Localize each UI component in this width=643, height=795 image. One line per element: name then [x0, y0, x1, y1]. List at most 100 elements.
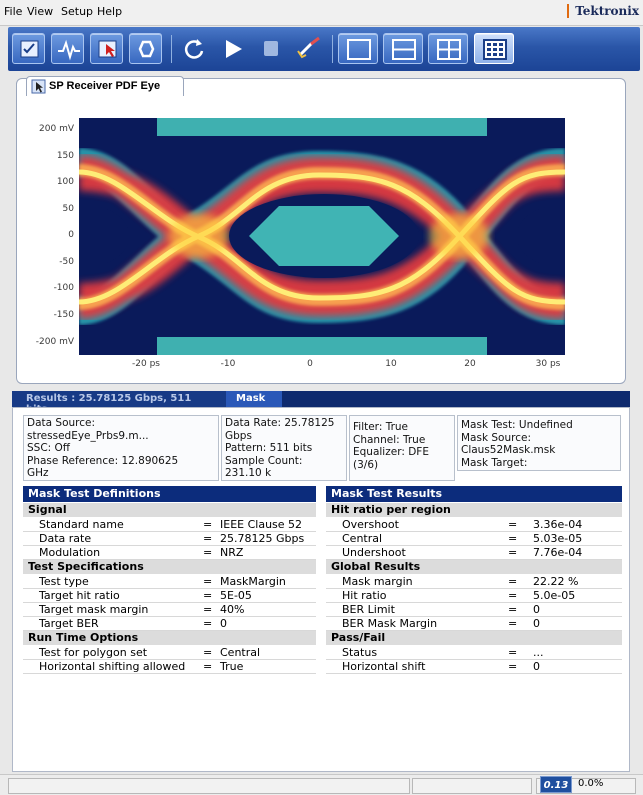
runtime-section: Run Time Options: [23, 631, 316, 645]
table-row: Target hit ratio = 5E-05: [23, 589, 316, 603]
row-label: Modulation: [39, 546, 101, 559]
x-tick-label: -20 ps: [132, 359, 160, 369]
refresh-icon: [184, 39, 204, 59]
info-line: GHz: [27, 467, 49, 479]
row-label: BER Limit: [342, 603, 395, 616]
toolbar: [8, 27, 640, 71]
stop-button[interactable]: [254, 33, 287, 64]
run-button[interactable]: [216, 33, 249, 64]
row-eq: =: [203, 518, 213, 531]
row-label: Target mask margin: [39, 603, 149, 616]
table-row: Status =...: [326, 646, 622, 660]
info-filter-box: Filter: True Channel: True Equalizer: DF…: [349, 415, 455, 481]
row-value: 40%: [220, 603, 245, 616]
pass-fail-section: Pass/Fail: [326, 631, 622, 645]
menu-help[interactable]: Help: [97, 5, 122, 18]
y-tick-label: 100: [56, 177, 74, 187]
menu-view[interactable]: View: [27, 5, 53, 18]
y-tick-label: -50: [59, 257, 74, 267]
menu-bar: File View Setup Help Tektronix: [0, 0, 643, 26]
info-source-box: Data Source: stressedEye_Prbs9.m... SSC:…: [23, 415, 219, 481]
row-eq: =: [508, 575, 518, 588]
tektronix-logo: Tektronix: [567, 4, 639, 18]
analyze-button[interactable]: [90, 33, 123, 64]
x-tick-label: 10: [385, 359, 397, 369]
setup-checklist-button[interactable]: [12, 33, 45, 64]
eye-diagram-plot[interactable]: [79, 118, 565, 355]
row-value: 0: [220, 617, 227, 630]
row-eq: =: [508, 603, 518, 616]
row-label: Horizontal shifting allowed: [39, 660, 186, 673]
row-value: 22.22 %: [533, 575, 579, 588]
table-row: Hit ratio = 5.0e-05: [326, 589, 622, 603]
row-label: BER Mask Margin: [342, 617, 438, 630]
row-label: Status: [342, 646, 378, 659]
waveform-button[interactable]: [51, 33, 84, 64]
row-value: 0: [533, 603, 540, 616]
eye-panel-tab[interactable]: SP Receiver PDF Eye: [26, 76, 184, 96]
table-row: BER Limit = 0: [326, 603, 622, 617]
table-row: Horizontal shifting allowed = True: [23, 660, 316, 674]
mask-overshoot-region: [157, 118, 487, 136]
table-row: Horizontal shift = 0: [326, 660, 622, 674]
stop-icon: [264, 41, 278, 56]
clear-button[interactable]: [292, 33, 328, 64]
info-line: Mask Target:: [461, 456, 528, 469]
table-row: Standard name = IEEE Clause 52: [23, 518, 316, 532]
row-label: Central: [342, 532, 383, 545]
info-line: Channel: True: [353, 433, 426, 446]
layout-split-button[interactable]: [383, 33, 423, 64]
y-tick-label: 50: [62, 204, 74, 214]
mask-button[interactable]: [129, 33, 162, 64]
checklist-icon: [20, 40, 39, 58]
y-tick-label: 0: [68, 230, 74, 240]
table-row: Overshoot = 3.36e-04: [326, 518, 622, 532]
row-eq: =: [508, 546, 518, 559]
status-percent: 0.0%: [578, 778, 604, 789]
row-eq: =: [203, 617, 213, 630]
row-eq: =: [203, 646, 213, 659]
menu-setup[interactable]: Setup: [61, 5, 93, 18]
status-cell: [8, 778, 410, 794]
table-row: Central = 5.03e-05: [326, 532, 622, 546]
layout-grid-button[interactable]: [474, 33, 514, 64]
y-tick-label: 150: [56, 151, 74, 161]
table-row: Target mask margin = 40%: [23, 603, 316, 617]
y-tick-label: -200 mV: [35, 337, 74, 347]
layout-quad-button[interactable]: [428, 33, 468, 64]
single-pane-icon: [347, 39, 371, 60]
toolbar-divider: [171, 35, 172, 63]
row-label: Hit ratio: [342, 589, 387, 602]
tab-mask[interactable]: Mask: [226, 391, 282, 407]
info-line: Pattern: 511 bits: [225, 442, 313, 454]
table-row: Test for polygon set = Central: [23, 646, 316, 660]
quad-pane-icon: [437, 39, 461, 60]
x-tick-label: 0: [307, 359, 313, 369]
row-label: Overshoot: [342, 518, 399, 531]
row-value: 5.0e-05: [533, 589, 576, 602]
info-line: 231.10 k: [225, 467, 272, 479]
tab-results[interactable]: Results : 25.78125 Gbps, 511 bits: [12, 391, 226, 415]
info-rate-box: Data Rate: 25.78125 Gbps Pattern: 511 bi…: [221, 415, 347, 481]
row-value: ...: [533, 646, 544, 659]
y-tick-label: -100: [53, 283, 74, 293]
row-value: 3.36e-04: [533, 518, 583, 531]
row-value: 5.03e-05: [533, 532, 583, 545]
info-line: Equalizer: DFE: [353, 446, 429, 458]
definitions-header: Mask Test Definitions: [23, 486, 316, 502]
menu-file[interactable]: File: [4, 5, 22, 18]
mask-central-region: [249, 206, 399, 266]
info-line: Data Rate: 25.78125: [225, 417, 335, 429]
row-eq: =: [203, 532, 213, 545]
results-header: Mask Test Results: [326, 486, 622, 502]
row-label: Data rate: [39, 532, 92, 545]
x-tick-label: 30 ps: [535, 359, 561, 369]
row-value: 0: [533, 660, 540, 673]
refresh-button[interactable]: [178, 33, 211, 64]
row-value: MaskMargin: [220, 575, 286, 588]
row-eq: =: [203, 603, 213, 616]
grid-pane-icon: [483, 39, 507, 60]
table-row: Undershoot = 7.76e-04: [326, 546, 622, 560]
layout-single-button[interactable]: [338, 33, 378, 64]
info-line: Gbps: [225, 429, 252, 442]
